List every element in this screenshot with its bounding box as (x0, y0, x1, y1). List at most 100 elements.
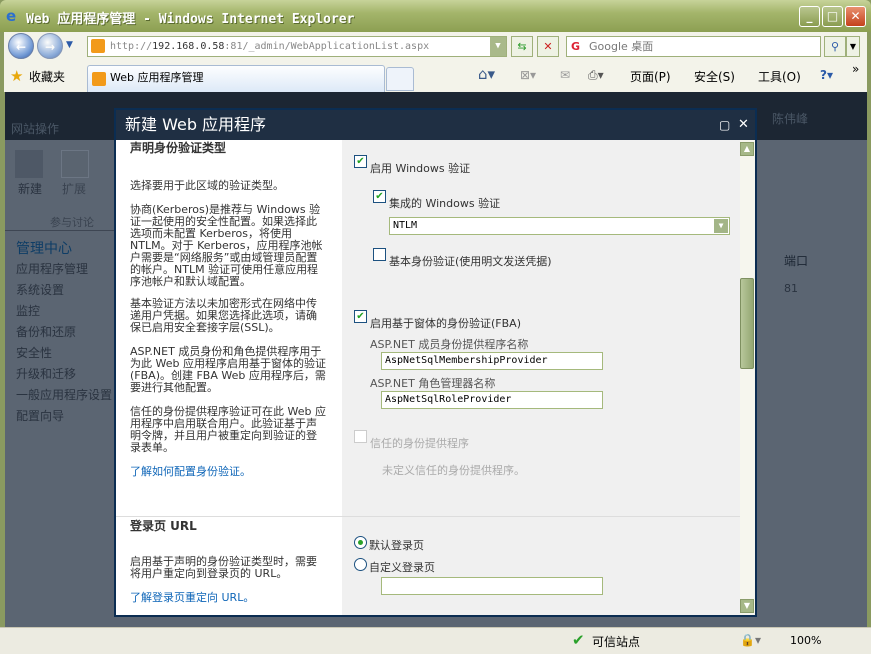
description-column: 声明身份验证类型 选择要用于此区域的验证类型。 协商(Kerberos)是推荐与… (116, 140, 342, 615)
integrated-windows-checkbox[interactable]: ✔ (373, 190, 386, 203)
zoom-level[interactable]: 100% (790, 634, 821, 647)
custom-login-label: 自定义登录页 (369, 561, 435, 574)
google-icon: G (571, 40, 581, 53)
title-bar: e Web 应用程序管理 - Windows Internet Explorer… (0, 0, 871, 32)
check-icon: ✔ (572, 631, 585, 649)
favorites-star-icon: ★ (10, 67, 24, 85)
dialog-scrollbar[interactable]: ▲ ▼ (740, 140, 755, 615)
trusted-provider-label: 信任的身份提供程序 (370, 437, 469, 450)
close-dialog-icon[interactable]: ✕ (738, 110, 749, 140)
search-options-icon[interactable]: ▼ (846, 36, 860, 57)
basic-auth-checkbox[interactable] (373, 248, 386, 261)
port-value: 81 (784, 282, 798, 295)
maximize-dialog-icon[interactable]: ▢ (719, 110, 730, 140)
settings-column: ✔ 启用 Windows 验证 ✔ 集成的 Windows 验证 NTLM ▼ … (116, 140, 740, 615)
feeds-icon[interactable]: ⊠▾ (520, 68, 536, 82)
nav-item: 监控 (16, 304, 41, 318)
auth-desc: 协商(Kerberos)是推荐与 Windows 验证一起使用的安全性配置。如果… (130, 203, 323, 288)
protected-mode-icon: 🔒▾ (740, 633, 761, 647)
integrated-auth-value: NTLM (393, 220, 418, 231)
url-prefix: http:// (110, 41, 153, 52)
radio-dot (358, 540, 363, 545)
role-label: ASP.NET 角色管理器名称 (370, 377, 496, 390)
auth-desc: 基本验证方法以未加密形式在网络中传递用户凭据。如果您选择此选项，请确保已启用安全… (130, 297, 317, 334)
search-input[interactable]: G Google 桌面 (566, 36, 821, 57)
enable-windows-label: 启用 Windows 验证 (370, 162, 471, 175)
address-dropdown-icon[interactable]: ▼ (490, 37, 506, 56)
port-column-header: 端口 (784, 254, 809, 268)
auth-desc: 信任的身份提供程序验证可在此 Web 应用程序中启用联合用户。此验证基于声明令牌… (130, 405, 326, 454)
url-host: 192.168.0.58 (152, 41, 225, 52)
maximize-button[interactable]: □ (822, 6, 843, 27)
tools-menu[interactable]: 工具(O) (758, 68, 801, 85)
auth-desc: 选择要用于此区域的验证类型。 (130, 179, 284, 192)
nav-item: 升级和迁移 (16, 367, 77, 381)
help-icon[interactable]: ?▾ (820, 68, 833, 82)
nav-item: 一般应用程序设置 (16, 388, 113, 402)
dialog-title: 新建 Web 应用程序 (125, 115, 267, 134)
scroll-thumb[interactable] (740, 278, 754, 369)
enable-fba-checkbox[interactable]: ✔ (354, 310, 367, 323)
print-icon[interactable]: ⎙▾ (588, 68, 604, 83)
mail-icon[interactable]: ✉ (560, 68, 570, 82)
history-dropdown-icon[interactable]: ▼ (66, 40, 73, 50)
auth-desc: ASP.NET 成员身份和角色提供程序用于为此 Web 应用程序启用基于窗体的验… (130, 345, 326, 394)
new-web-app-dialog: 新建 Web 应用程序 ▢ ✕ 声明身份验证类型 选择要用于此区域的验证类型。 … (114, 108, 757, 617)
central-admin: 管理中心 (16, 241, 72, 257)
forward-button[interactable]: → (37, 33, 63, 59)
search-button[interactable]: ⚲ (824, 36, 846, 57)
login-help-link[interactable]: 了解登录页重定向 URL。 (130, 592, 326, 604)
site-favicon-icon (91, 39, 105, 53)
enable-windows-checkbox[interactable]: ✔ (354, 155, 367, 168)
chevron-more-icon[interactable]: » (852, 62, 859, 76)
default-login-radio[interactable] (354, 536, 367, 549)
custom-login-radio[interactable] (354, 558, 367, 571)
security-zone: 可信站点 (592, 635, 641, 649)
stop-button[interactable]: ✕ (537, 36, 559, 57)
enable-fba-label: 启用基于窗体的身份验证(FBA) (370, 317, 521, 330)
back-button[interactable]: ← (8, 33, 34, 59)
safety-menu[interactable]: 安全(S) (694, 68, 735, 85)
integrated-auth-select[interactable]: NTLM ▼ (389, 217, 730, 235)
role-manager-input[interactable]: AspNetSqlRoleProvider (381, 391, 603, 409)
new-tab-button[interactable] (386, 67, 414, 91)
nav-item: 系统设置 (16, 283, 65, 297)
section-divider (116, 516, 740, 517)
login-desc: 启用基于声明的身份验证类型时，需要将用户重定向到登录页的 URL。 (130, 555, 317, 580)
membership-provider-input[interactable]: AspNetSqlMembershipProvider (381, 352, 603, 370)
default-login-label: 默认登录页 (369, 539, 424, 552)
window-title: Web 应用程序管理 - Windows Internet Explorer (26, 12, 355, 27)
refresh-button[interactable]: ⇆ (511, 36, 533, 57)
nav-item: 应用程序管理 (16, 262, 89, 276)
scroll-down-icon[interactable]: ▼ (740, 599, 754, 613)
status-bar: ✔ 可信站点 🔒▾ 100% (0, 627, 871, 654)
minimize-button[interactable]: _ (799, 6, 820, 27)
close-button[interactable]: ✕ (845, 6, 866, 27)
scroll-up-icon[interactable]: ▲ (740, 142, 754, 156)
nav-item: 配置向导 (16, 409, 65, 423)
search-placeholder: Google 桌面 (589, 40, 654, 53)
user-menu: 陈伟峰 (772, 112, 809, 126)
ie-logo-icon: e (6, 7, 17, 25)
auth-help-link[interactable]: 了解如何配置身份验证。 (130, 466, 326, 478)
page-menu[interactable]: 页面(P) (630, 68, 671, 85)
tab-label: Web 应用程序管理 (110, 71, 204, 84)
nav-item: 安全性 (16, 346, 53, 360)
home-icon[interactable]: ⌂▾ (478, 65, 495, 83)
nav-item: 备份和还原 (16, 325, 77, 339)
chevron-down-icon: ▼ (714, 219, 728, 233)
membership-label: ASP.NET 成员身份提供程序名称 (370, 338, 529, 351)
custom-login-input[interactable] (381, 577, 603, 595)
basic-auth-label: 基本身份验证(使用明文发送凭据) (389, 255, 552, 268)
login-heading: 登录页 URL (130, 519, 197, 533)
sidebar: 管理中心 应用程序管理 系统设置 监控 备份和还原 安全性 升级和迁移 一般应用… (5, 92, 115, 627)
trusted-provider-checkbox[interactable] (354, 430, 367, 443)
browser-tab[interactable]: Web 应用程序管理 (87, 65, 385, 92)
favorites-button[interactable]: 收藏夹 (29, 68, 65, 85)
tab-favicon-icon (92, 72, 106, 86)
dialog-header: 新建 Web 应用程序 ▢ ✕ (116, 110, 755, 140)
address-bar[interactable]: http://192.168.0.58:81/_admin/WebApplica… (87, 36, 507, 57)
trusted-none-text: 未定义信任的身份提供程序。 (382, 464, 525, 477)
url-path: :81/_admin/WebApplicationList.aspx (224, 41, 430, 52)
auth-heading: 声明身份验证类型 (130, 141, 227, 155)
